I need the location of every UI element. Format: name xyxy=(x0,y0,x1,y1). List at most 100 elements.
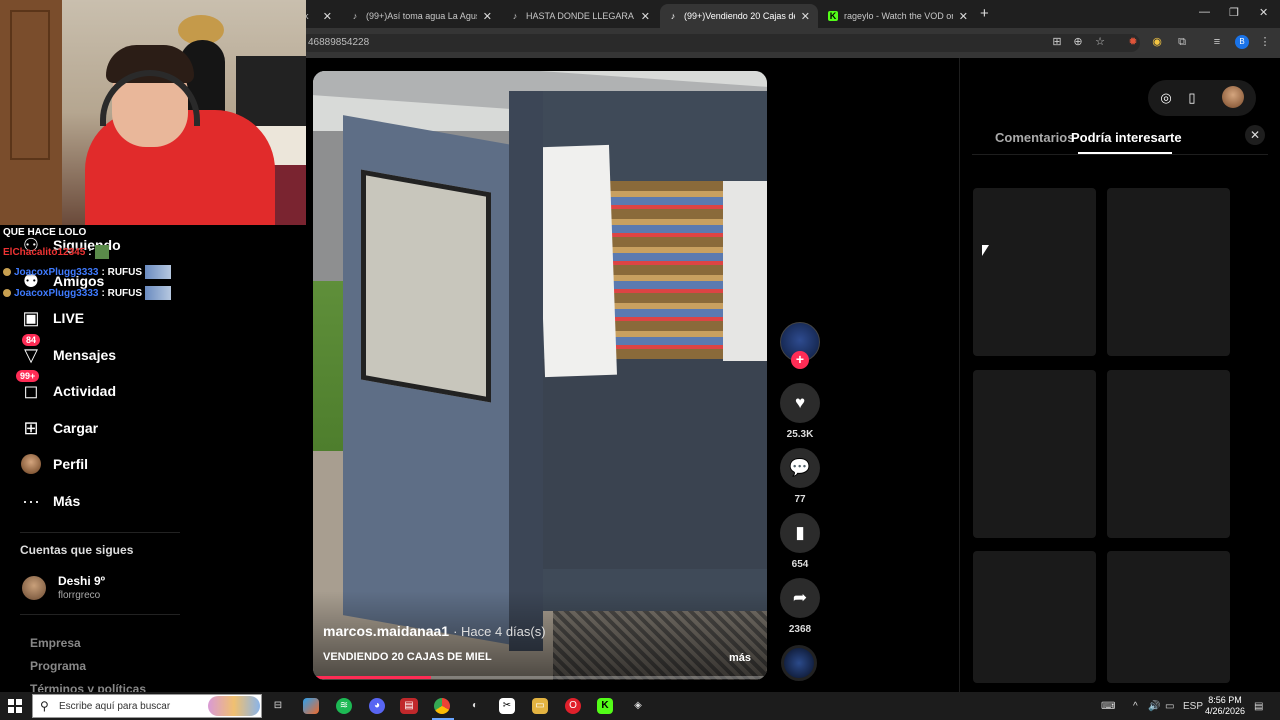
share-button[interactable]: ➦ xyxy=(780,578,820,618)
url-field[interactable]: 46889854228 xyxy=(300,34,1140,52)
minimize-icon[interactable]: — xyxy=(1199,6,1210,18)
zoom-icon[interactable]: ⊕ xyxy=(1072,36,1084,48)
browser-tab-4-active[interactable]: ♪ (99+)Vendiendo 20 Cajas de M ✕ xyxy=(660,4,818,28)
tab-podria-interesarte[interactable]: Podría interesarte xyxy=(1071,130,1182,145)
followed-account-name[interactable]: Deshi 9º xyxy=(58,574,105,588)
user-avatar[interactable] xyxy=(1222,86,1244,108)
show-hidden-icons-icon[interactable]: ^ xyxy=(1133,701,1138,712)
video-author-name[interactable]: marcos.maidanaa1 xyxy=(323,623,449,639)
device-phone-icon[interactable]: ▯ xyxy=(1184,90,1200,106)
suggested-video-tile[interactable] xyxy=(973,370,1096,538)
sidebar-item-actividad[interactable]: ◻ 99+ Actividad xyxy=(16,370,116,406)
suggested-video-tile[interactable] xyxy=(973,551,1096,683)
video-frame-paper xyxy=(723,181,767,361)
activity-icon: ◻ 99+ xyxy=(16,370,42,402)
streamer-webcam xyxy=(0,0,306,225)
messages-badge: 84 xyxy=(22,334,41,346)
suggested-video-tile[interactable] xyxy=(1107,370,1230,538)
sidebar-item-perfil[interactable]: Perfil xyxy=(20,449,88,479)
extensions-puzzle-icon[interactable]: ⧉ xyxy=(1176,36,1188,48)
keyboard-icon[interactable]: ⌨ xyxy=(1101,701,1115,712)
sidebar-item-label: LIVE xyxy=(53,310,85,326)
opera-icon[interactable]: O xyxy=(565,698,581,714)
notification-icon[interactable]: ▤ xyxy=(1254,701,1263,712)
save-button[interactable]: ▮ xyxy=(780,513,820,553)
close-panel-icon[interactable]: ✕ xyxy=(1245,125,1265,145)
copilot-icon[interactable] xyxy=(303,698,319,714)
extension-fox-icon[interactable]: ✹ xyxy=(1127,36,1139,48)
voicemeeter-icon[interactable]: ▤ xyxy=(400,698,418,714)
footer-link-empresa[interactable]: Empresa xyxy=(30,636,81,650)
chat-message: : RUFUS xyxy=(101,266,143,278)
kick-icon[interactable]: K xyxy=(597,698,613,714)
tab-close-icon[interactable]: ✕ xyxy=(483,10,492,23)
browser-tab-5[interactable]: K rageylo - Watch the VOD on Ki ✕ xyxy=(820,4,976,28)
new-tab-icon[interactable]: + xyxy=(980,5,989,22)
tab-close-icon[interactable]: ✕ xyxy=(959,10,968,23)
browser-profile-icon[interactable]: B xyxy=(1235,35,1249,49)
share-count: 2368 xyxy=(788,624,812,635)
webcam-door-panel xyxy=(10,10,50,160)
sidebar-item-mensajes[interactable]: ▽ 84 Mensajes xyxy=(20,334,116,370)
divider xyxy=(20,614,180,615)
sidebar-item-live[interactable]: ▣ LIVE xyxy=(20,303,84,333)
sidebar-item-mas[interactable]: ··· Más xyxy=(20,486,80,516)
bookmark-icon: ▮ xyxy=(795,523,805,542)
tiktok-favicon-icon: ♪ xyxy=(670,11,676,21)
avatar[interactable] xyxy=(22,576,46,600)
video-frame-pillar xyxy=(509,91,543,651)
chrome-icon[interactable] xyxy=(434,698,450,714)
video-progress-bar[interactable] xyxy=(313,676,432,679)
network-icon[interactable]: ▭ xyxy=(1165,701,1174,712)
tab-title: (99+)Vendiendo 20 Cajas de M xyxy=(684,11,795,21)
video-player[interactable]: marcos.maidanaa1 · Hace 4 días(s) VENDIEN… xyxy=(313,71,767,680)
suggested-video-tile[interactable] xyxy=(973,188,1096,356)
taskbar-clock[interactable]: 8:56 PM 4/26/2026 xyxy=(1200,695,1250,717)
chat-message: : RUFUS xyxy=(101,287,143,299)
windows-start-icon[interactable] xyxy=(8,699,22,713)
close-window-icon[interactable]: ✕ xyxy=(1259,6,1268,19)
sidebar-item-cargar[interactable]: ⊞ Cargar xyxy=(20,413,98,443)
video-author[interactable]: marcos.maidanaa1 · Hace 4 días(s) xyxy=(323,623,546,639)
chat-username: JoacoxPlugg3333 xyxy=(14,266,99,278)
tab-close-icon[interactable]: ✕ xyxy=(801,10,810,23)
taskbar-search-placeholder[interactable]: Escribe aquí para buscar xyxy=(59,701,170,712)
tab-comentarios[interactable]: Comentarios xyxy=(995,130,1074,145)
speaker-icon[interactable]: 🔊 xyxy=(1148,701,1160,712)
file-explorer-icon[interactable]: ▭ xyxy=(532,698,548,714)
task-view-icon[interactable]: ⊟ xyxy=(270,698,286,714)
bookmark-star-icon[interactable]: ☆ xyxy=(1094,36,1106,48)
chat-line: JoacoxPlugg3333 : RUFUS xyxy=(3,286,172,300)
tab-close-icon[interactable]: ✕ xyxy=(641,10,650,23)
heart-icon: ♥ xyxy=(794,393,806,412)
tab-close-icon[interactable]: ✕ xyxy=(323,10,332,23)
screen: k ✕ ♪ (99+)Así toma agua La Agusne ✕ ♪ H… xyxy=(0,0,1280,720)
video-frame-paper xyxy=(537,144,617,378)
like-button[interactable]: ♥ xyxy=(780,383,820,423)
tiktok-favicon-icon: ♪ xyxy=(512,11,518,21)
music-disc-icon[interactable] xyxy=(781,645,817,681)
spotify-icon[interactable]: ≋ xyxy=(336,698,352,714)
browser-menu-icon[interactable]: ⋮ xyxy=(1259,36,1271,48)
discord-icon[interactable]: ◕ xyxy=(369,698,385,714)
suggested-video-tile[interactable] xyxy=(1107,188,1230,356)
more-button[interactable]: más xyxy=(729,652,751,664)
coin-icon[interactable]: ◎ xyxy=(1158,90,1174,106)
suggested-video-tile[interactable] xyxy=(1107,551,1230,683)
app-icon[interactable]: ◈ xyxy=(630,698,646,714)
followed-account-username[interactable]: florrgreco xyxy=(58,590,100,601)
browser-tab-3[interactable]: ♪ HASTA DONDE LLEGARA EL "C ✕ xyxy=(502,4,658,28)
follow-plus-icon[interactable]: + xyxy=(791,351,809,369)
messages-icon: ▽ 84 xyxy=(20,334,42,366)
browser-tab-2[interactable]: ♪ (99+)Así toma agua La Agusne ✕ xyxy=(342,4,500,28)
footer-link-programa[interactable]: Programa xyxy=(30,659,86,673)
capcut-icon[interactable]: ✂ xyxy=(499,698,515,714)
obs-icon[interactable]: ◐ xyxy=(467,698,483,714)
media-control-icon[interactable]: ≡ xyxy=(1211,36,1223,48)
translate-icon[interactable]: ⊞ xyxy=(1051,36,1063,48)
chat-line: JoacoxPlugg3333 : RUFUS xyxy=(3,265,172,279)
restore-icon[interactable]: ❐ xyxy=(1229,6,1239,19)
extension-color-icon[interactable]: ◉ xyxy=(1151,36,1163,48)
live-icon: ▣ xyxy=(22,307,40,328)
comment-button[interactable]: 💬 xyxy=(780,448,820,488)
